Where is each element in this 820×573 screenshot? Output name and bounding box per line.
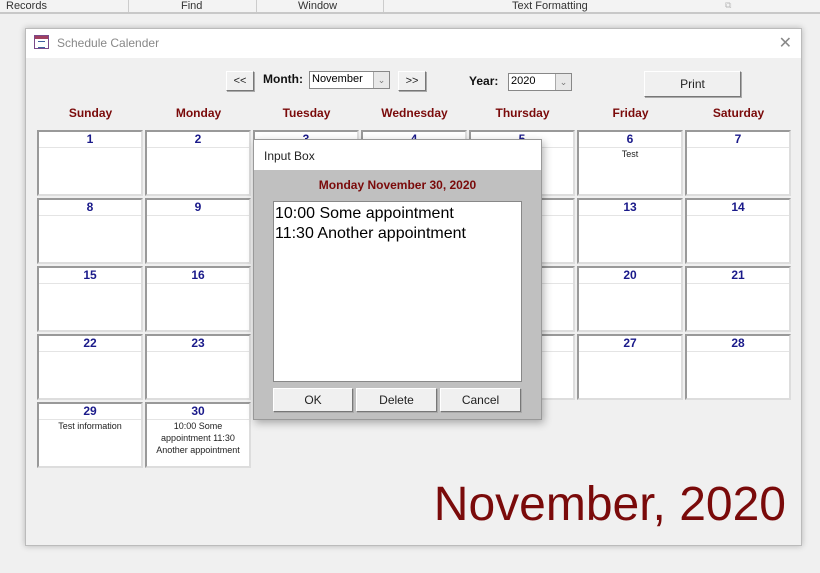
day-cell[interactable]: 29 Test information (37, 402, 143, 468)
day-note: Test (621, 149, 639, 159)
input-box-dialog: Input Box Monday November 30, 2020 10:00… (253, 139, 542, 420)
day-number: 28 (687, 336, 789, 352)
day-cell[interactable]: 23 (145, 334, 251, 400)
day-number: 29 (39, 404, 141, 420)
year-select[interactable]: 2020 ⌄ (508, 73, 572, 91)
day-number: 23 (147, 336, 249, 352)
form-title: Schedule Calender (57, 36, 160, 50)
day-cell[interactable]: 13 (577, 198, 683, 264)
day-cell[interactable]: 30 10:00 Some appointment 11:30 Another a… (145, 402, 251, 468)
day-number: 14 (687, 200, 789, 216)
day-note: 10:00 Some appointment 11:30 Another app… (156, 421, 240, 455)
dialog-date: Monday November 30, 2020 (318, 178, 477, 192)
day-header-sunday: Sunday (68, 106, 113, 120)
day-header-wednesday: Wednesday (381, 106, 448, 120)
day-header-tuesday: Tuesday (282, 106, 331, 120)
chevron-down-icon[interactable]: ⌄ (373, 72, 389, 88)
divider (256, 0, 257, 12)
prev-month-button[interactable]: << (226, 71, 254, 91)
day-cell[interactable]: 16 (145, 266, 251, 332)
month-select[interactable]: November ⌄ (309, 71, 390, 89)
close-icon[interactable]: ✕ (779, 33, 792, 53)
day-header-thursday: Thursday (495, 106, 550, 120)
day-number: 27 (579, 336, 681, 352)
day-header-saturday: Saturday (712, 106, 765, 120)
day-number: 1 (39, 132, 141, 148)
month-label: Month: (263, 72, 303, 86)
day-cell[interactable]: 1 (37, 130, 143, 196)
day-cell[interactable]: 15 (37, 266, 143, 332)
year-value: 2020 (511, 75, 536, 87)
print-button[interactable]: Print (644, 71, 741, 97)
day-cell[interactable]: 2 (145, 130, 251, 196)
day-cell[interactable]: 7 (685, 130, 791, 196)
day-cell[interactable]: 21 (685, 266, 791, 332)
day-header-friday: Friday (612, 106, 649, 120)
ribbon-group-find[interactable]: Find (181, 0, 202, 12)
day-number: 22 (39, 336, 141, 352)
day-cell[interactable]: 6 Test (577, 130, 683, 196)
day-number: 2 (147, 132, 249, 148)
month-value: November (312, 73, 363, 85)
dialog-title: Input Box (254, 140, 541, 170)
day-number: 13 (579, 200, 681, 216)
cancel-button[interactable]: Cancel (440, 388, 521, 412)
day-number: 15 (39, 268, 141, 284)
day-cell[interactable]: 8 (37, 198, 143, 264)
day-number: 20 (579, 268, 681, 284)
day-cell[interactable]: 9 (145, 198, 251, 264)
day-cell[interactable]: 20 (577, 266, 683, 332)
appointments-textarea[interactable]: 10:00 Some appointment 11:30 Another app… (273, 201, 522, 382)
chevron-down-icon[interactable]: ⌄ (555, 74, 571, 90)
ok-button[interactable]: OK (273, 388, 353, 412)
form-icon (34, 35, 49, 49)
next-month-button[interactable]: >> (398, 71, 426, 91)
day-note: Test information (58, 421, 122, 431)
ribbon-group-text-formatting[interactable]: Text Formatting (512, 0, 588, 12)
day-number: 7 (687, 132, 789, 148)
ribbon-group-window[interactable]: Window (298, 0, 337, 12)
delete-button[interactable]: Delete (356, 388, 437, 412)
day-number: 16 (147, 268, 249, 284)
day-header-monday: Monday (175, 106, 222, 120)
ribbon-group-bar: Records Find Window Text Formatting ⧉ (0, 0, 820, 14)
day-cell[interactable]: 27 (577, 334, 683, 400)
form-titlebar: Schedule Calender ✕ (26, 29, 801, 58)
day-cell[interactable]: 28 (685, 334, 791, 400)
day-number: 8 (39, 200, 141, 216)
day-cell[interactable]: 22 (37, 334, 143, 400)
day-number: 6 (579, 132, 681, 148)
day-cell[interactable]: 14 (685, 198, 791, 264)
month-year-heading: November, 2020 (433, 478, 786, 531)
day-number: 9 (147, 200, 249, 216)
day-number: 30 (147, 404, 249, 420)
divider (383, 0, 384, 12)
dialog-launcher-icon[interactable]: ⧉ (725, 0, 731, 11)
divider (128, 0, 129, 12)
ribbon-group-records[interactable]: Records (6, 0, 47, 12)
year-label: Year: (469, 74, 499, 88)
day-number: 21 (687, 268, 789, 284)
